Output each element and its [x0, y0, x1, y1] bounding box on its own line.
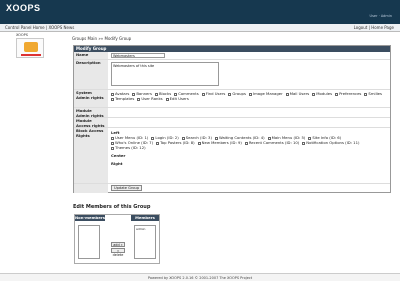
checkbox[interactable]: [201, 92, 205, 96]
member-item[interactable]: admin: [136, 227, 154, 231]
sysadmin-option-label: Modules: [316, 91, 333, 96]
moduleadmin-row: Module Admin rights: [74, 108, 390, 118]
block-left-option-label: Notification Options (ID: 11): [306, 140, 360, 145]
block-left-option-label: Recent Comments (ID: 10): [248, 140, 300, 145]
name-input[interactable]: Webmasters: [111, 53, 165, 58]
xoops-logo[interactable]: XOOPS: [6, 3, 41, 13]
sysadmin-option-label: Image Manager: [252, 91, 283, 96]
sidebar: XOOPS: [16, 33, 52, 58]
checkbox[interactable]: [335, 92, 339, 96]
edit-members-title: Edit Members of this Group: [73, 204, 151, 210]
description-row: Description Webmasters of this site: [74, 60, 390, 90]
breadcrumb: Groups Main »» Modify Group: [72, 36, 132, 41]
update-group-button[interactable]: Update Group: [111, 185, 143, 191]
name-row: Name Webmasters: [74, 52, 390, 60]
moduleaccess-row: Module Access rights: [74, 118, 390, 128]
description-textarea[interactable]: Webmasters of this site: [111, 62, 219, 86]
block-left-option[interactable]: New Members (ID: 9): [197, 140, 242, 145]
blockaccess-label: Block Access Rights: [74, 128, 108, 183]
edit-members-panel: Non-members Members add » « delete admin: [74, 214, 160, 264]
checkbox[interactable]: [137, 97, 141, 101]
name-label: Name: [74, 52, 108, 59]
checkbox[interactable]: [228, 92, 232, 96]
members-list[interactable]: admin: [134, 225, 156, 259]
xoops-badge-icon: [24, 42, 38, 52]
block-left-option[interactable]: Themes (ID: 12): [111, 145, 146, 150]
checkbox[interactable]: [285, 92, 289, 96]
sysadmin-option-label: Find Users: [205, 91, 226, 96]
nonmembers-list[interactable]: [78, 225, 100, 259]
sysadmin-option[interactable]: Image Manager: [248, 91, 283, 96]
header-bar: XOOPS User · Admin: [0, 0, 400, 24]
top-nav: Control Panel Home | XOOPS News Logout |…: [0, 24, 400, 32]
sidebar-badge-box[interactable]: [16, 38, 44, 58]
submit-row: Update Group: [74, 184, 390, 193]
members-header: Members: [131, 215, 159, 221]
block-left-option[interactable]: Recent Comments (ID: 10): [244, 140, 300, 145]
blockaccess-row: Block Access Rights Left User Menu (ID: …: [74, 128, 390, 184]
checkbox[interactable]: [111, 97, 114, 101]
block-left-option[interactable]: Top Posters (ID: 8): [156, 140, 195, 145]
blockaccess-values: Left User Menu (ID: 1) Login (ID: 2) Searc…: [109, 128, 390, 183]
sysadmin-option[interactable]: Find Users: [201, 91, 226, 96]
sysadmin-option[interactable]: Modules: [312, 91, 332, 96]
sysadmin-option[interactable]: Mail Users: [285, 91, 310, 96]
checkbox[interactable]: [302, 141, 306, 145]
modify-group-form: Modify Group Name Webmasters Description…: [73, 45, 391, 193]
block-center-label: Center: [111, 153, 126, 158]
badge-underline: [21, 54, 41, 56]
checkbox[interactable]: [364, 92, 368, 96]
add-member-button[interactable]: add »: [111, 242, 125, 247]
sidebar-title: XOOPS: [16, 33, 29, 37]
sysadmin-option-label: Mail Users: [289, 91, 310, 96]
checkbox[interactable]: [312, 92, 316, 96]
nav-left-links[interactable]: Control Panel Home | XOOPS News: [5, 24, 74, 32]
block-left-option-label: Top Posters (ID: 8): [160, 140, 195, 145]
submit-cell: Update Group: [109, 184, 390, 193]
footer: Powered by XOOPS 2.0.16 © 2001-2007 The …: [0, 273, 400, 281]
sysadmin-row: System Admin rights Avatars Banners Blocks…: [74, 90, 390, 108]
submit-label-cell: [74, 184, 108, 193]
sysadmin-option-label: Edit Users: [169, 96, 189, 101]
checkbox[interactable]: [248, 92, 252, 96]
sysadmin-option[interactable]: Edit Users: [165, 96, 189, 101]
sysadmin-option[interactable]: Groups: [228, 91, 246, 96]
sysadmin-option-label: Templates: [115, 96, 135, 101]
sysadmin-option[interactable]: Smilies: [364, 91, 382, 96]
checkbox[interactable]: [156, 141, 160, 145]
sysadmin-checkboxes: Avatars Banners Blocks Comments Find Users Gr…: [109, 90, 390, 107]
sysadmin-option-label: Preferences: [339, 91, 362, 96]
checkbox[interactable]: [165, 97, 169, 101]
checkbox[interactable]: [111, 146, 114, 150]
sysadmin-label: System Admin rights: [74, 90, 108, 107]
block-left-option-label: New Members (ID: 9): [201, 140, 242, 145]
moduleadmin-label: Module Admin rights: [74, 108, 108, 117]
sysadmin-option-label: Smilies: [368, 91, 382, 96]
moduleaccess-label: Module Access rights: [74, 118, 108, 127]
nonmembers-header: Non-members: [75, 215, 105, 221]
nav-right-links[interactable]: Logout | Home Page: [354, 24, 394, 32]
sysadmin-option[interactable]: Templates: [111, 96, 134, 101]
checkbox[interactable]: [244, 141, 248, 145]
delete-member-button[interactable]: « delete: [111, 248, 125, 257]
block-left-option-label: Themes (ID: 12): [115, 145, 146, 150]
block-left-checkboxes: User Menu (ID: 1) Login (ID: 2) Search (ID…: [111, 135, 388, 150]
description-label: Description: [74, 60, 108, 89]
checkbox[interactable]: [197, 141, 201, 145]
sysadmin-option[interactable]: Preferences: [335, 91, 361, 96]
block-right-label: Right: [111, 161, 123, 166]
sysadmin-option[interactable]: User Ranks: [137, 96, 163, 101]
member-move-buttons: add » « delete: [107, 242, 129, 257]
header-links[interactable]: User · Admin: [370, 14, 392, 18]
sysadmin-option-label: User Ranks: [141, 96, 163, 101]
sysadmin-option-label: Groups: [232, 91, 246, 96]
block-left-option[interactable]: Notification Options (ID: 11): [302, 140, 359, 145]
